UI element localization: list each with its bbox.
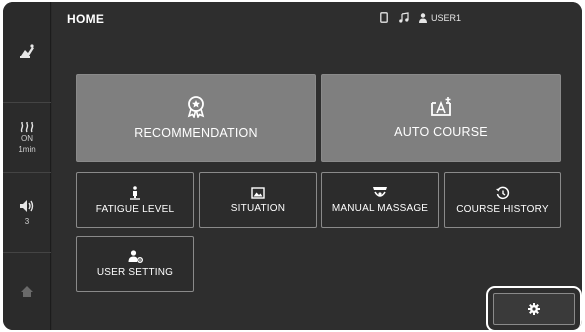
manual-massage-label: MANUAL MASSAGE xyxy=(331,203,429,214)
heat-control[interactable]: ON 1min xyxy=(3,102,51,172)
chair-status[interactable] xyxy=(3,2,51,102)
settings-button[interactable] xyxy=(493,293,575,325)
manual-massage-tile[interactable]: MANUAL MASSAGE xyxy=(321,172,439,228)
volume-control[interactable]: 3 xyxy=(3,172,51,252)
user-indicator[interactable]: USER1 xyxy=(419,13,461,23)
user-setting-label: USER SETTING xyxy=(96,267,174,278)
music-icon xyxy=(399,12,409,23)
speaker-icon xyxy=(20,199,34,212)
history-icon xyxy=(496,186,510,199)
course-history-label: COURSE HISTORY xyxy=(456,203,549,215)
sidebar: ON 1min 3 xyxy=(3,2,51,330)
situation-label: SITUATION xyxy=(230,202,286,214)
auto-course-icon xyxy=(431,97,451,116)
user-name: USER1 xyxy=(431,12,462,23)
massage-icon xyxy=(373,187,387,197)
recommendation-tile[interactable]: RECOMMENDATION xyxy=(76,74,316,162)
image-icon xyxy=(251,186,265,199)
auto-course-label: AUTO COURSE xyxy=(394,125,488,139)
auto-course-tile[interactable]: AUTO COURSE xyxy=(321,74,561,162)
screen: ON 1min 3 HOME USER1 RECOMMENDATION AUTO… xyxy=(3,2,582,330)
volume-level: 3 xyxy=(24,216,30,226)
course-history-tile[interactable]: COURSE HISTORY xyxy=(444,172,561,228)
home-button[interactable] xyxy=(3,252,51,330)
home-icon xyxy=(21,286,33,297)
user-setting-tile[interactable]: USER SETTING xyxy=(76,236,194,292)
heat-duration: 1min xyxy=(18,144,36,154)
status-bar: USER1 xyxy=(380,12,461,23)
chair-icon xyxy=(20,44,34,58)
heat-icon xyxy=(20,121,34,132)
user-setting-icon xyxy=(128,250,143,263)
recommendation-label: RECOMMENDATION xyxy=(134,126,258,140)
user-icon xyxy=(419,12,427,23)
fatigue-level-label: FATIGUE LEVEL xyxy=(95,203,175,215)
gear-icon xyxy=(528,303,540,315)
award-icon xyxy=(187,96,205,118)
page-title: HOME xyxy=(67,12,105,26)
heat-state: ON xyxy=(21,133,33,143)
phone-icon xyxy=(380,12,388,23)
fatigue-icon xyxy=(130,185,140,200)
situation-tile[interactable]: SITUATION xyxy=(199,172,317,228)
main-area: HOME USER1 RECOMMENDATION AUTO COURSE FA… xyxy=(52,2,582,330)
settings-highlight xyxy=(486,286,582,330)
fatigue-level-tile[interactable]: FATIGUE LEVEL xyxy=(76,172,194,228)
